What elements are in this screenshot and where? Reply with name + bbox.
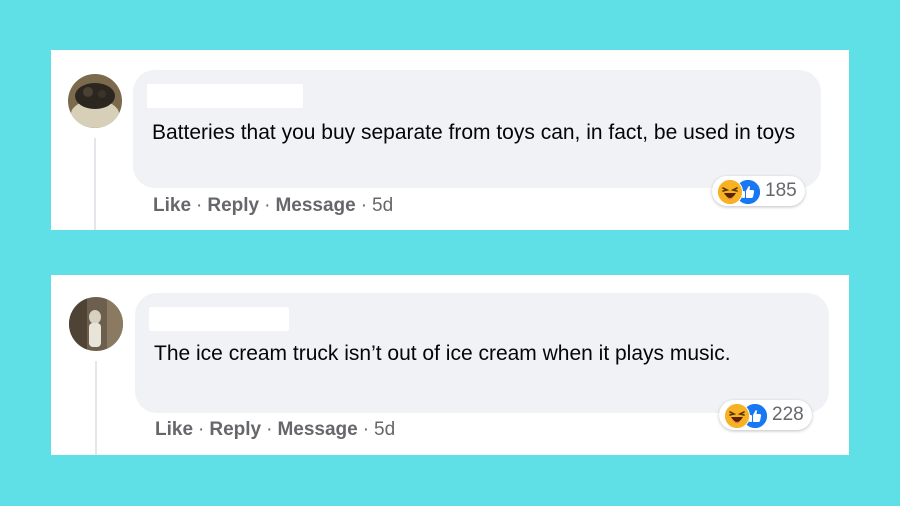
- separator: ·: [360, 195, 368, 216]
- avatar[interactable]: [68, 74, 122, 128]
- like-link[interactable]: Like: [155, 419, 193, 441]
- separator: ·: [198, 419, 205, 440]
- reaction-count: 228: [772, 404, 804, 425]
- comment-card: Batteries that you buy separate from toy…: [51, 50, 849, 230]
- thread-line: [94, 138, 96, 230]
- like-link[interactable]: Like: [153, 195, 191, 217]
- avatar[interactable]: [69, 297, 123, 351]
- reply-link[interactable]: Reply: [209, 419, 261, 441]
- comment-age[interactable]: 5d: [372, 195, 393, 217]
- reaction-summary[interactable]: 228: [719, 400, 812, 430]
- reply-link[interactable]: Reply: [207, 195, 259, 217]
- separator: ·: [362, 419, 370, 440]
- comment-age[interactable]: 5d: [374, 419, 395, 441]
- message-link[interactable]: Message: [277, 419, 357, 441]
- thread-line: [95, 361, 97, 455]
- comment-text: The ice cream truck isn’t out of ice cre…: [154, 342, 731, 365]
- comment-actions: Like · Reply · Message · 5d: [153, 195, 393, 217]
- reaction-count: 185: [765, 180, 797, 201]
- separator: ·: [264, 195, 271, 216]
- comment-bubble: Batteries that you buy separate from toy…: [133, 70, 821, 188]
- comment-text: Batteries that you buy separate from toy…: [152, 121, 796, 144]
- separator: ·: [196, 195, 203, 216]
- comment-actions: Like · Reply · Message · 5d: [155, 419, 395, 441]
- haha-icon: [724, 403, 750, 429]
- reaction-summary[interactable]: 185: [712, 176, 805, 206]
- haha-icon: [717, 179, 743, 205]
- redacted-author-name: [147, 84, 303, 108]
- comment-bubble: The ice cream truck isn’t out of ice cre…: [135, 293, 829, 413]
- message-link[interactable]: Message: [275, 195, 355, 217]
- comment-card: The ice cream truck isn’t out of ice cre…: [51, 275, 849, 455]
- redacted-author-name: [149, 307, 289, 331]
- separator: ·: [266, 419, 273, 440]
